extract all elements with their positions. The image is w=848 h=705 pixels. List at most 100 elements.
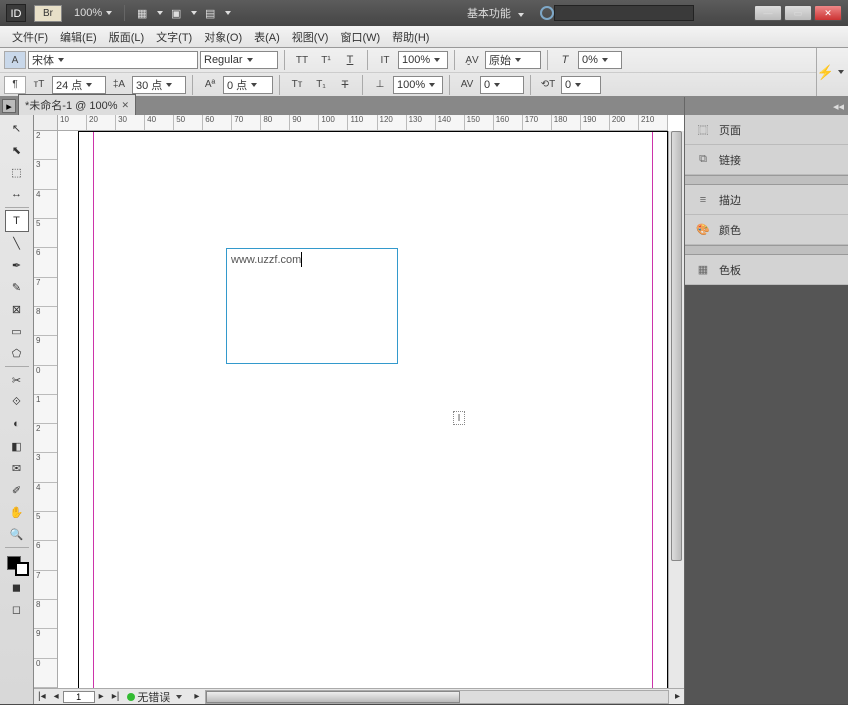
menu-file[interactable]: 文件(F)	[6, 27, 54, 47]
pencil-tool[interactable]: ✎	[5, 276, 29, 298]
strikethrough-button[interactable]: T	[334, 76, 356, 94]
status-bar: |◂ ◂ ▸ ▸| 无错误 ▸ ▸	[34, 688, 684, 704]
superscript-button[interactable]: T¹	[315, 51, 337, 69]
eyedropper-tool[interactable]: ✐	[5, 479, 29, 501]
expand-panels-icon[interactable]: ◂◂	[833, 100, 844, 113]
menu-window[interactable]: 窗口(W)	[334, 27, 386, 47]
smallcaps-button[interactable]: Tᴛ	[286, 76, 308, 94]
allcaps-button[interactable]: TT	[291, 51, 313, 69]
document-tab-bar: ▸ *未命名-1 @ 100%✕	[0, 97, 684, 115]
chevron-down-icon[interactable]	[176, 695, 182, 699]
vertical-ruler[interactable]: 2345678901234567890	[34, 131, 58, 688]
zoom-level[interactable]: 100%	[74, 7, 102, 19]
underline-button[interactable]: T	[339, 51, 361, 69]
scroll-right-button[interactable]: ▸	[671, 691, 684, 702]
panel-links[interactable]: ⧉链接	[685, 145, 848, 175]
horizontal-scrollbar[interactable]	[205, 690, 669, 704]
first-page-button[interactable]: |◂	[34, 691, 50, 702]
menu-table[interactable]: 表(A)	[248, 27, 286, 47]
app-logo: ID	[6, 4, 26, 22]
workspace-switcher[interactable]: 基本功能	[467, 5, 528, 21]
panel-swatches[interactable]: ▦色板	[685, 255, 848, 285]
direct-selection-tool[interactable]: ⬉	[5, 139, 29, 161]
panel-stroke[interactable]: ≡描边	[685, 185, 848, 215]
document-canvas[interactable]: www.uzzf.com I	[58, 131, 668, 688]
chevron-down-icon[interactable]	[157, 11, 163, 15]
links-icon: ⧉	[695, 153, 711, 167]
horizontal-ruler[interactable]: 1020304050607080901001101201301401501601…	[58, 115, 668, 131]
page-number-input[interactable]	[63, 691, 95, 703]
view-mode-button[interactable]: ◻	[5, 598, 29, 620]
text-content[interactable]: www.uzzf.com	[231, 254, 301, 266]
panel-pages[interactable]: ⿴页面	[685, 115, 848, 145]
help-search-input[interactable]	[554, 5, 694, 21]
tracking-combo[interactable]: 0	[480, 76, 524, 94]
quick-apply-icon[interactable]: ⚡	[817, 64, 834, 81]
subscript-button[interactable]: T₁	[310, 76, 332, 94]
arrange-icon[interactable]: ▤	[201, 5, 219, 21]
menu-layout[interactable]: 版面(L)	[103, 27, 150, 47]
baseline-combo[interactable]: 0 点	[223, 76, 273, 94]
ruler-origin[interactable]	[34, 115, 58, 131]
close-tab-icon[interactable]: ✕	[121, 100, 129, 111]
fill-stroke-swap[interactable]	[5, 554, 29, 576]
maximize-button[interactable]: ▭	[784, 5, 812, 21]
panel-menu-icon[interactable]	[838, 70, 844, 74]
charrotate-combo[interactable]: 0	[561, 76, 601, 94]
gap-tool[interactable]: ↔	[5, 183, 29, 205]
text-frame[interactable]: www.uzzf.com	[226, 248, 398, 364]
zoom-tool[interactable]: 🔍	[5, 523, 29, 545]
chevron-down-icon[interactable]	[191, 11, 197, 15]
font-style-combo[interactable]: Regular	[200, 51, 278, 69]
page-tool[interactable]: ⬚	[5, 161, 29, 183]
gradient-swatch-tool[interactable]: ◐	[5, 413, 29, 435]
view-options-icon[interactable]: ▦	[133, 5, 151, 21]
font-family-combo[interactable]: 宋体	[28, 51, 198, 69]
rectangle-frame-tool[interactable]: ⊠	[5, 298, 29, 320]
tracking-icon: AV	[456, 76, 478, 94]
document-tab[interactable]: *未命名-1 @ 100%✕	[18, 94, 136, 115]
leading-combo[interactable]: 30 点	[132, 76, 186, 94]
apply-fill-button[interactable]: ◼	[5, 576, 29, 598]
vertical-scrollbar[interactable]	[668, 131, 684, 688]
chevron-down-icon[interactable]	[106, 11, 112, 15]
next-page-button[interactable]: ▸	[95, 691, 108, 702]
panel-color[interactable]: 🎨颜色	[685, 215, 848, 245]
hscale-combo[interactable]: 100%	[393, 76, 443, 94]
screen-mode-icon[interactable]: ▣	[167, 5, 185, 21]
menu-object[interactable]: 对象(O)	[198, 27, 248, 47]
preflight-status[interactable]: 无错误	[137, 689, 170, 705]
menu-type[interactable]: 文字(T)	[150, 27, 198, 47]
kerning-combo[interactable]: 原始	[485, 51, 541, 69]
close-button[interactable]: ✕	[814, 5, 842, 21]
vscale-combo[interactable]: 100%	[398, 51, 448, 69]
last-page-button[interactable]: ▸|	[108, 691, 124, 702]
pen-tool[interactable]: ✒	[5, 254, 29, 276]
preflight-status-icon[interactable]	[127, 693, 135, 701]
status-menu-button[interactable]: ▸	[190, 691, 203, 702]
minimize-button[interactable]: —	[754, 5, 782, 21]
prev-page-button[interactable]: ◂	[50, 691, 63, 702]
line-tool[interactable]: ╲	[5, 232, 29, 254]
skew-combo[interactable]: 0%	[578, 51, 622, 69]
hand-tool[interactable]: ✋	[5, 501, 29, 523]
note-tool[interactable]: ✉	[5, 457, 29, 479]
selection-tool[interactable]: ↖	[5, 117, 29, 139]
font-size-combo[interactable]: 24 点	[52, 76, 106, 94]
gradient-feather-tool[interactable]: ◧	[5, 435, 29, 457]
menu-edit[interactable]: 编辑(E)	[54, 27, 103, 47]
menu-view[interactable]: 视图(V)	[286, 27, 335, 47]
rectangle-tool[interactable]: ▭	[5, 320, 29, 342]
chevron-down-icon[interactable]	[225, 11, 231, 15]
type-tool[interactable]: T	[5, 210, 29, 232]
collapse-toolbox-button[interactable]: ▸	[2, 99, 16, 113]
transform-tool[interactable]: ⟐	[5, 391, 29, 413]
menu-help[interactable]: 帮助(H)	[386, 27, 435, 47]
charrotate-icon: ⟲T	[537, 76, 559, 94]
scissors-tool[interactable]: ✂	[5, 369, 29, 391]
character-format-button[interactable]: A	[4, 51, 26, 69]
paragraph-format-button[interactable]: ¶	[4, 76, 26, 94]
bridge-button[interactable]: Br	[34, 5, 62, 22]
help-search-icon[interactable]	[540, 6, 554, 20]
polygon-tool[interactable]: ⬠	[5, 342, 29, 364]
